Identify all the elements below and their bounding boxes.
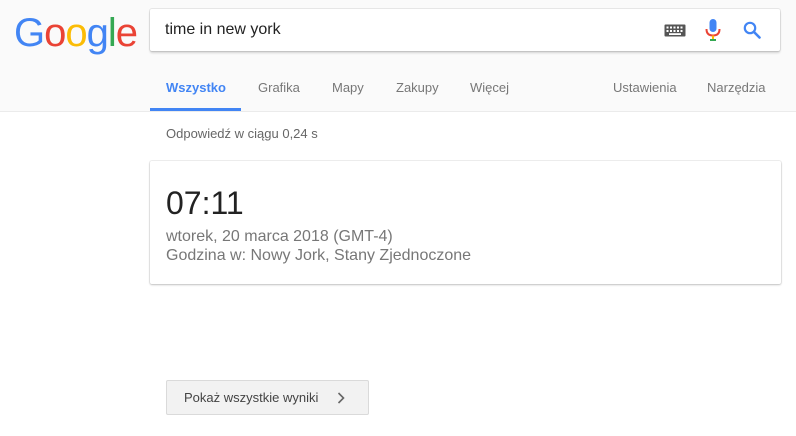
tab-shopping[interactable]: Zakupy bbox=[396, 80, 439, 95]
tab-tools[interactable]: Narzędzia bbox=[707, 80, 766, 95]
logo-letter: e bbox=[115, 11, 138, 55]
search-box bbox=[150, 9, 780, 51]
tab-settings[interactable]: Ustawienia bbox=[613, 80, 677, 95]
tab-all[interactable]: Wszystko bbox=[166, 80, 226, 95]
active-tab-indicator bbox=[150, 108, 241, 111]
chevron-right-icon bbox=[337, 392, 345, 404]
tab-maps[interactable]: Mapy bbox=[332, 80, 364, 95]
search-icon[interactable] bbox=[743, 21, 761, 39]
logo-letter: o bbox=[44, 11, 66, 55]
result-stats: Odpowiedź w ciągu 0,24 s bbox=[166, 126, 318, 141]
logo-letter: o bbox=[65, 11, 87, 55]
current-time: 07:11 bbox=[166, 185, 244, 221]
search-input[interactable] bbox=[165, 9, 645, 51]
show-all-results-label: Pokaż wszystkie wyniki bbox=[184, 390, 319, 405]
keyboard-icon[interactable] bbox=[664, 24, 686, 37]
logo-letter: l bbox=[107, 11, 117, 55]
logo-letter: G bbox=[14, 11, 45, 55]
google-logo[interactable]: Google bbox=[14, 10, 138, 56]
time-location: Godzina w: Nowy Jork, Stany Zjednoczone bbox=[166, 247, 472, 264]
mic-icon[interactable] bbox=[705, 19, 721, 41]
current-date: wtorek, 20 marca 2018 (GMT-4) bbox=[166, 228, 393, 245]
show-all-results-button[interactable]: Pokaż wszystkie wyniki bbox=[166, 380, 369, 415]
time-answer-card: 07:11 wtorek, 20 marca 2018 (GMT-4) Godz… bbox=[150, 161, 781, 284]
logo-letter: g bbox=[86, 11, 109, 55]
tab-images[interactable]: Grafika bbox=[258, 80, 300, 95]
header: Google Wszystko Grafika Mapy Zakupy Więc… bbox=[0, 0, 796, 112]
tab-more[interactable]: Więcej bbox=[470, 80, 509, 95]
